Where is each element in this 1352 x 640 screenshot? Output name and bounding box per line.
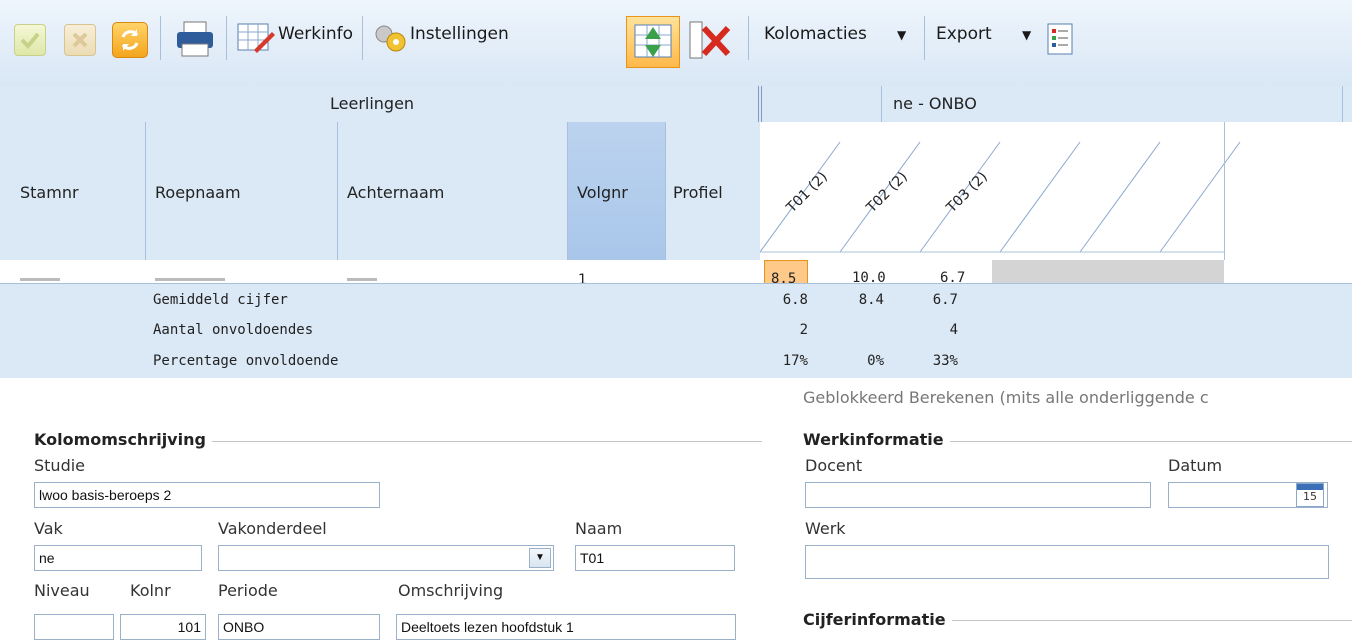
refresh-icon[interactable] bbox=[112, 22, 148, 58]
col-header-stamnr[interactable]: Stamnr bbox=[20, 183, 79, 202]
datum-label: Datum bbox=[1168, 456, 1223, 475]
omschrijving-field[interactable]: Deeltoets lezen hoofdstuk 1 bbox=[396, 614, 736, 640]
options-text: Geblokkeerd Berekenen (mits alle onderli… bbox=[803, 388, 1209, 407]
toolbar: Werkinfo Instellingen Kolomacties ▼ Expo… bbox=[0, 0, 1352, 87]
roepnaam-cell-blurred bbox=[155, 278, 225, 281]
kolnr-label: Kolnr bbox=[130, 581, 171, 600]
werk-label: Werk bbox=[805, 519, 846, 538]
print-icon[interactable] bbox=[174, 20, 216, 58]
summary-value: 8.4 bbox=[858, 292, 884, 308]
chevron-down-icon: ▼ bbox=[1022, 28, 1032, 42]
test-column-headers bbox=[760, 122, 1352, 260]
naam-label: Naam bbox=[575, 519, 623, 538]
summary-value: 17% bbox=[782, 353, 808, 369]
kolomacties-menu[interactable]: Kolomacties bbox=[764, 24, 867, 44]
column-toggle-button[interactable] bbox=[626, 16, 680, 68]
achternaam-cell-blurred bbox=[347, 278, 377, 281]
niveau-field[interactable] bbox=[34, 614, 114, 640]
calendar-icon[interactable]: 15 bbox=[1296, 483, 1324, 507]
summary-value: 6.7 bbox=[932, 292, 958, 308]
vakonderdeel-select[interactable]: ▼ bbox=[218, 545, 554, 571]
studie-field[interactable]: lwoo basis-beroeps 2 bbox=[34, 482, 380, 508]
omschrijving-label: Omschrijving bbox=[398, 581, 504, 600]
summary-value: 4 bbox=[949, 322, 958, 338]
summary-value: 33% bbox=[932, 353, 958, 369]
list-icon[interactable] bbox=[1046, 22, 1076, 56]
summary-label-gemiddeld: Gemiddeld cijfer bbox=[153, 292, 288, 308]
vak-field[interactable]: ne bbox=[34, 545, 202, 571]
vak-label: Vak bbox=[34, 519, 63, 538]
periode-field[interactable]: ONBO bbox=[218, 614, 380, 640]
detail-form: Geblokkeerd Berekenen (mits alle onderli… bbox=[0, 378, 1352, 640]
delete-column-icon[interactable] bbox=[688, 20, 732, 60]
col-header-achternaam[interactable]: Achternaam bbox=[347, 183, 444, 202]
cancel-x-icon[interactable] bbox=[64, 24, 96, 56]
niveau-label: Niveau bbox=[34, 581, 90, 600]
instellingen-button[interactable]: Instellingen bbox=[410, 24, 509, 44]
grade-cell-selected[interactable]: 8.5 bbox=[764, 260, 808, 287]
werkinfo-icon[interactable] bbox=[236, 20, 276, 56]
summary-value: 0% bbox=[867, 353, 884, 369]
column-group-header: Leerlingen ne - ONBO bbox=[0, 86, 1352, 123]
chevron-down-icon: ▼ bbox=[897, 28, 907, 42]
group-subject: ne - ONBO bbox=[893, 94, 977, 113]
empty-grade-cells bbox=[992, 260, 1224, 284]
col-header-roepnaam[interactable]: Roepnaam bbox=[155, 183, 241, 202]
summary-value: 2 bbox=[799, 322, 808, 338]
werkinfo-button[interactable]: Werkinfo bbox=[278, 24, 353, 44]
confirm-check-icon[interactable] bbox=[14, 24, 46, 56]
settings-gears-icon[interactable] bbox=[372, 22, 408, 54]
section-werkinformatie: Werkinformatie bbox=[803, 430, 950, 449]
stamnr-cell-blurred bbox=[20, 278, 60, 281]
table-row[interactable]: 1 8.5 10.0 6.7 bbox=[0, 260, 1352, 288]
section-kolomomschrijving: Kolomomschrijving bbox=[34, 430, 212, 449]
studie-label: Studie bbox=[34, 456, 86, 475]
col-header-volgnr[interactable]: Volgnr bbox=[577, 183, 628, 202]
summary-value: 6.8 bbox=[782, 292, 808, 308]
summary-panel: Gemiddeld cijfer 6.8 8.4 6.7 Aantal onvo… bbox=[0, 283, 1352, 379]
chevron-down-icon[interactable]: ▼ bbox=[529, 548, 551, 568]
docent-field[interactable] bbox=[805, 482, 1151, 508]
group-leerlingen: Leerlingen bbox=[330, 94, 415, 113]
vakonderdeel-label: Vakonderdeel bbox=[218, 519, 327, 538]
calendar-day: 15 bbox=[1303, 490, 1317, 503]
kolnr-field[interactable]: 101 bbox=[120, 614, 206, 640]
section-cijferinformatie: Cijferinformatie bbox=[803, 610, 952, 629]
summary-label-aantal: Aantal onvoldoendes bbox=[153, 322, 314, 338]
summary-label-percentage: Percentage onvoldoende bbox=[153, 353, 339, 369]
col-header-profiel[interactable]: Profiel bbox=[673, 183, 723, 202]
periode-label: Periode bbox=[218, 581, 278, 600]
export-menu[interactable]: Export bbox=[936, 24, 992, 44]
docent-label: Docent bbox=[805, 456, 863, 475]
werk-field[interactable] bbox=[805, 545, 1329, 579]
naam-field[interactable]: T01 bbox=[575, 545, 735, 571]
